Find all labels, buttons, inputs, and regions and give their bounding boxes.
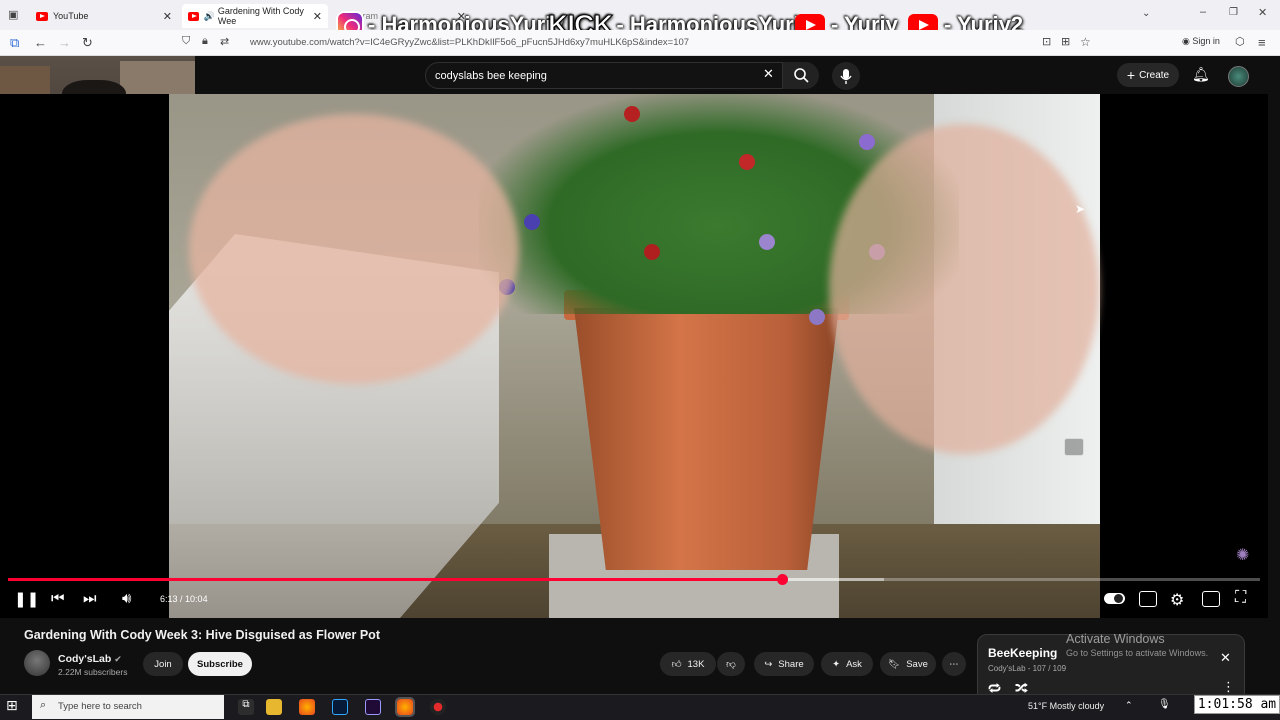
bookmark-icon: 🔖︎ bbox=[888, 658, 901, 670]
subscribe-button[interactable]: Subscribe bbox=[188, 652, 252, 676]
save-button[interactable]: 🔖︎ Save bbox=[880, 652, 936, 676]
thumbs-down-icon: 👎︎ bbox=[726, 659, 736, 670]
file-explorer-icon[interactable] bbox=[266, 699, 282, 715]
clear-search-icon[interactable]: ✕ bbox=[763, 66, 774, 82]
youtube-favicon-icon bbox=[36, 11, 48, 21]
volume-icon[interactable]: 🔊︎ bbox=[122, 590, 131, 607]
tab-gardening[interactable]: 🔊 Gardening With Cody Wee ✕ bbox=[182, 4, 328, 28]
verified-icon: ✔ bbox=[114, 654, 122, 664]
theater-mode-icon[interactable] bbox=[1202, 591, 1220, 607]
account-icon: ◉ bbox=[1182, 36, 1193, 46]
restore-icon[interactable]: ❐ bbox=[1229, 7, 1238, 18]
menu-icon[interactable]: ≡ bbox=[1258, 35, 1266, 50]
settings-gear-icon[interactable]: ⚙︎ bbox=[1170, 590, 1184, 610]
translate-icon[interactable]: ⊡ bbox=[1042, 35, 1051, 48]
fullscreen-icon[interactable]: ⛶ bbox=[1235, 589, 1246, 607]
shield-icon[interactable]: ⛉ bbox=[182, 35, 190, 48]
more-horizontal-icon: ⋯ bbox=[949, 658, 959, 670]
sign-in-button[interactable]: ◉ Sign in bbox=[1182, 36, 1220, 47]
firefox-active-icon[interactable] bbox=[395, 697, 415, 717]
firefox-icon[interactable] bbox=[299, 699, 315, 715]
close-window-icon[interactable]: ✕ bbox=[1258, 6, 1267, 19]
video-frame[interactable] bbox=[169, 94, 1100, 618]
scene-hand-right bbox=[829, 124, 1099, 454]
scene-hand-left bbox=[189, 114, 519, 384]
video-timecode: 6:13 / 10:04 bbox=[160, 594, 208, 604]
like-button[interactable]: 👍︎ 13K bbox=[660, 652, 716, 676]
search-input[interactable]: codyslabs bee keeping bbox=[425, 62, 783, 89]
playlist-subtitle: Cody'sLab - 107 / 109 bbox=[988, 664, 1067, 673]
obs-icon[interactable] bbox=[430, 699, 446, 715]
previous-icon[interactable]: ⏮︎ bbox=[51, 590, 65, 607]
activate-windows-subtitle: Go to Settings to activate Windows. bbox=[1066, 648, 1209, 658]
thumbs-up-icon: 👍︎ bbox=[671, 659, 682, 670]
autoplay-toggle[interactable] bbox=[1104, 593, 1125, 604]
sparkle-icon: ✦ bbox=[832, 658, 841, 670]
microphone-tray-icon[interactable]: 🎙︎ bbox=[1158, 699, 1171, 710]
tab-list-icon[interactable]: ▣ bbox=[8, 8, 18, 21]
join-button[interactable]: Join bbox=[143, 652, 183, 676]
youtube-favicon-icon bbox=[188, 11, 199, 21]
user-avatar[interactable] bbox=[1228, 66, 1249, 87]
photoshop-icon[interactable] bbox=[332, 699, 348, 715]
sidebar-toggle-icon[interactable]: ⧉ bbox=[10, 35, 19, 51]
forward-icon[interactable]: → bbox=[58, 35, 71, 50]
channel-avatar[interactable] bbox=[24, 650, 50, 676]
captions-icon[interactable] bbox=[1139, 591, 1157, 607]
extensions-icon[interactable]: ⬡ bbox=[1235, 35, 1245, 48]
lock-icon: 🔒︎ bbox=[202, 35, 208, 47]
weather-widget[interactable]: 51°F Mostly cloudy bbox=[1028, 701, 1104, 711]
tab-youtube[interactable]: YouTube ✕ bbox=[30, 4, 178, 28]
playlist-title[interactable]: BeeKeeping bbox=[988, 646, 1057, 660]
clock[interactable]: 1:01:58 am bbox=[1194, 695, 1280, 714]
start-icon[interactable]: ⊞ bbox=[6, 697, 18, 714]
voice-search-button[interactable] bbox=[832, 62, 860, 90]
task-view-icon[interactable]: ⧉ bbox=[238, 699, 254, 715]
activate-windows-title: Activate Windows bbox=[1066, 632, 1165, 646]
ask-button[interactable]: ✦ Ask bbox=[821, 652, 873, 676]
taskbar-search-input[interactable]: ⌕ Type here to search bbox=[32, 695, 224, 719]
progress-played bbox=[8, 578, 782, 581]
video-progress-bar[interactable] bbox=[8, 574, 1260, 585]
search-icon bbox=[794, 68, 809, 83]
scene-flower-pot bbox=[574, 308, 839, 570]
bookmark-star-icon[interactable]: ☆ bbox=[1080, 35, 1091, 49]
video-title: Gardening With Cody Week 3: Hive Disguis… bbox=[24, 628, 380, 642]
next-icon[interactable]: ⏭︎ bbox=[83, 590, 97, 607]
miniplayer-icon[interactable] bbox=[1064, 438, 1084, 456]
close-tab-icon[interactable]: ✕ bbox=[163, 10, 172, 23]
share-icon: ↪ bbox=[764, 658, 773, 670]
minimize-icon[interactable]: – bbox=[1200, 6, 1206, 18]
dislike-button[interactable]: 👎︎ bbox=[717, 652, 745, 676]
reader-icon[interactable]: ⊞ bbox=[1061, 35, 1070, 48]
tray-chevron-icon[interactable]: ⌃ bbox=[1125, 700, 1133, 711]
speaker-icon: 🔊 bbox=[203, 10, 215, 21]
create-button[interactable]: + Create bbox=[1117, 63, 1179, 87]
notifications-bell-icon[interactable]: 🔔︎ bbox=[1192, 66, 1210, 83]
more-actions-button[interactable]: ⋯ bbox=[942, 652, 966, 676]
subscriber-count: 2.22M subscribers bbox=[58, 667, 128, 677]
back-icon[interactable]: ← bbox=[34, 35, 47, 50]
search-icon: ⌕ bbox=[40, 699, 47, 711]
reload-icon[interactable]: ↻ bbox=[82, 35, 93, 51]
channel-name[interactable]: Cody'sLab ✔ bbox=[58, 653, 122, 665]
share-button[interactable]: ↪ Share bbox=[754, 652, 814, 676]
chevron-down-icon[interactable]: ⌄ bbox=[1142, 8, 1150, 19]
close-tab-icon[interactable]: ✕ bbox=[313, 10, 322, 23]
permissions-icon[interactable]: ⇄ bbox=[220, 35, 229, 48]
playlist-menu-icon[interactable]: ⋮ bbox=[1222, 679, 1235, 695]
cursor-sparkle-icon: ✺ bbox=[1236, 547, 1250, 564]
microphone-icon bbox=[840, 69, 852, 84]
url-field[interactable]: www.youtube.com/watch?v=IC4eGRyyZwc&list… bbox=[250, 37, 689, 48]
plus-icon: + bbox=[1126, 67, 1136, 83]
premiere-icon[interactable] bbox=[365, 699, 381, 715]
progress-scrubber-handle[interactable] bbox=[776, 574, 788, 585]
pause-icon[interactable]: ❚❚ bbox=[14, 590, 39, 608]
mouse-cursor-icon: ➤ bbox=[1075, 202, 1086, 216]
search-button[interactable] bbox=[783, 62, 819, 89]
video-player[interactable]: ➤ bbox=[0, 94, 1268, 618]
close-playlist-icon[interactable]: ✕ bbox=[1220, 650, 1231, 666]
address-bar: ⧉ ← → ↻ ⛉ 🔒︎ ⇄ www.youtube.com/watch?v=I… bbox=[0, 30, 1280, 56]
